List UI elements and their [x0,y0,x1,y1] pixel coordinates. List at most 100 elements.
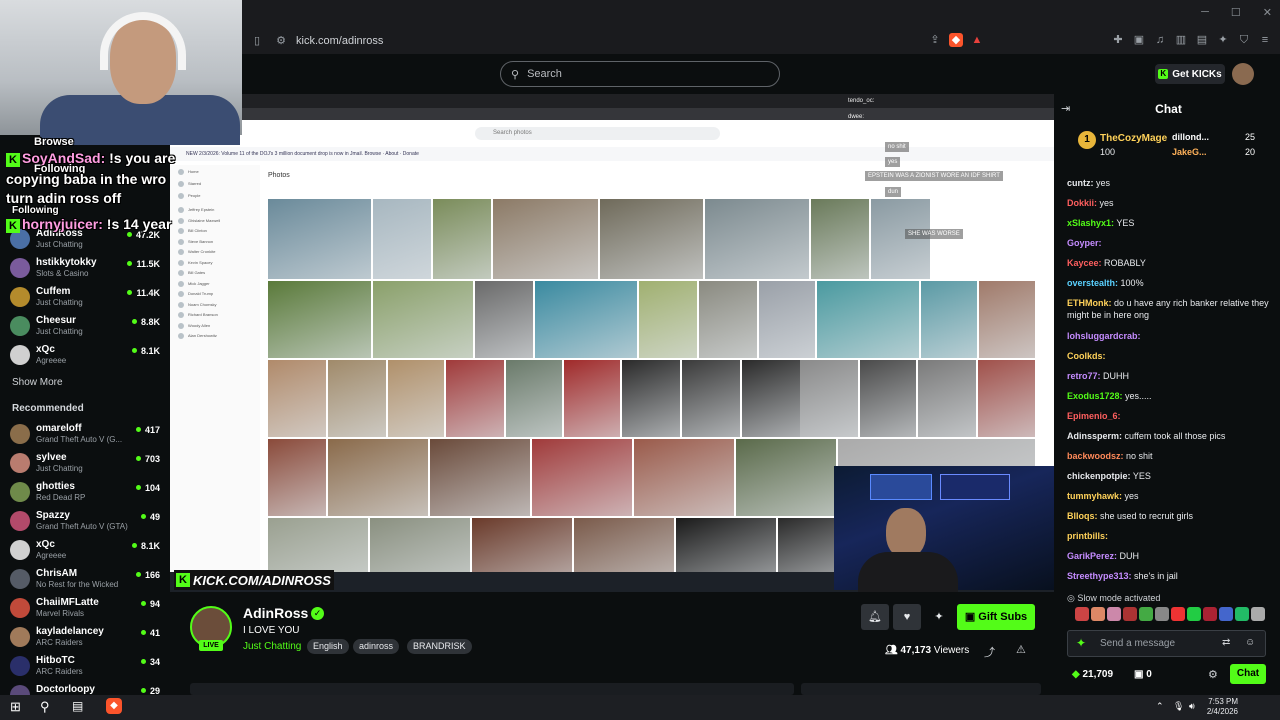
url-text[interactable]: kick.com/adinross [296,35,383,47]
sidebar-channel[interactable]: kayladelancey ARC Raiders 41 [0,623,170,651]
emote-icon[interactable] [1075,607,1089,621]
follow-heart-icon[interactable]: ♥ [893,604,921,630]
chat-username[interactable]: Coolkds: [1067,351,1106,361]
chat-username[interactable]: chickenpotpie: [1067,471,1131,481]
emoji-icon[interactable]: ☺ [1245,637,1255,648]
channel-name[interactable]: AdinRoss [243,605,308,621]
chat-username[interactable]: Dokkii: [1067,198,1097,208]
show-more-link[interactable]: Show More [0,377,63,388]
search-input[interactable]: ⚲ Search [500,61,780,87]
bookmark-icon[interactable]: ▯ [250,34,264,48]
emote-icon[interactable] [1171,607,1185,621]
chat-username[interactable]: Epimenio_6: [1067,411,1121,421]
chat-username[interactable]: Kaycee: [1067,258,1102,268]
vpn-icon[interactable]: ⛉ [1237,33,1251,47]
chat-username[interactable]: GarikPerez: [1067,551,1117,561]
sidebar-channel[interactable]: Cheesur Just Chatting 8.8K [0,312,170,340]
notification-bell-icon[interactable]: 🔔︎ [861,604,889,630]
leader-user[interactable]: TheCozyMage [1100,133,1167,144]
brave-shield-icon[interactable]: ◆ [949,33,963,47]
report-icon[interactable]: ⚠ [1016,643,1026,656]
chat-username[interactable]: Exodus1728: [1067,391,1123,401]
chat-username[interactable]: Streethype313: [1067,571,1132,581]
emote-icon[interactable] [1203,607,1217,621]
emote-icon[interactable] [1091,607,1105,621]
channel-name: Spazzy [36,510,70,521]
emote-icon[interactable] [1251,607,1265,621]
stream-category[interactable]: Just Chatting [243,641,301,652]
taskbar-clock[interactable]: 7:53 PM 2/4/2026 [1207,697,1238,717]
sidebar-channel[interactable]: Doctorloopy 29 [0,681,170,695]
chat-text: YES [1116,218,1135,228]
emote-picker-icon[interactable]: ✦ [1076,636,1086,650]
user-avatar[interactable] [1232,63,1254,85]
sidebar-channel[interactable]: HitboTC ARC Raiders 34 [0,652,170,680]
sidebar-channel[interactable]: sylvee Just Chatting 703 [0,449,170,477]
tray-chevron-icon[interactable]: ⌃ [1156,701,1164,712]
chat-username[interactable]: printbills: [1067,531,1108,541]
chat-settings-icon[interactable]: ⚙ [1208,668,1218,681]
emote-icon[interactable] [1123,607,1137,621]
microphone-icon[interactable]: 🎙︎ [1173,701,1184,712]
sidebar-channel[interactable]: hstikkytokky Slots & Casino 11.5K [0,254,170,282]
viewer-count: 49 [141,512,160,522]
send-chat-button[interactable]: Chat [1230,664,1266,684]
emote-icon[interactable] [1187,607,1201,621]
sidebar-channel[interactable]: xQc Agreeee 8.1K [0,341,170,369]
music-icon[interactable]: ♫ [1153,33,1167,47]
emote-icon[interactable] [1139,607,1153,621]
task-view-icon[interactable]: ▤ [72,699,83,713]
gift-balance[interactable]: ▣ 0 [1134,669,1152,680]
menu-icon[interactable]: ≡ [1258,33,1272,47]
sidebar-channel[interactable]: Spazzy Grand Theft Auto V (GTA) 49 [0,507,170,535]
chat-username[interactable]: Adinssperm: [1067,431,1122,441]
sparkle-icon[interactable]: ✦ [925,604,953,630]
chat-username[interactable]: ETHMonk: [1067,298,1112,308]
screenshot-icon[interactable]: ▣ [1132,33,1146,47]
chat-username[interactable]: xSlashyx1: [1067,218,1114,228]
volume-icon[interactable]: 🔊︎ [1189,701,1195,712]
chat-username[interactable]: backwoodsz: [1067,451,1124,461]
maximize-icon[interactable]: ☐ [1231,6,1241,19]
rewards-icon[interactable]: ▲ [970,33,984,47]
sidebar-channel[interactable]: xQc Agreeee 8.1K [0,536,170,564]
share-icon[interactable]: ⇪ [928,33,942,47]
sidebar-icon[interactable]: ▥ [1174,33,1188,47]
channel-avatar [10,258,30,278]
leo-icon[interactable]: ✦ [1216,33,1230,47]
taskbar-search-icon[interactable]: ⚲ [40,699,50,715]
wallet-icon[interactable]: ▤ [1195,33,1209,47]
emote-icon[interactable] [1155,607,1169,621]
chat-username[interactable]: retro77: [1067,371,1101,381]
tag-brandrisk[interactable]: BRANDRISK [407,639,472,654]
gift-subs-button[interactable]: ▣ Gift Subs [957,604,1035,630]
sidebar-channel[interactable]: ghotties Red Dead RP 104 [0,478,170,506]
minimize-icon[interactable]: ─ [1201,6,1209,19]
share-icon[interactable]: ⤴ [984,644,995,660]
site-info-icon[interactable]: ⚙ [274,34,288,48]
chat-username[interactable]: Blloqs: [1067,511,1098,521]
sidebar-channel[interactable]: omareloff Grand Theft Auto V (G... 417 [0,420,170,448]
chat-username[interactable]: tummyhawk: [1067,491,1122,501]
chat-input[interactable]: Send a message [1067,630,1266,657]
sidebar-browse[interactable]: Browse [34,136,74,148]
close-icon[interactable]: ✕ [1263,6,1272,19]
get-kicks-button[interactable]: K Get KICKs [1155,64,1225,84]
sidebar-channel[interactable]: Cuffem Just Chatting 11.4K [0,283,170,311]
leader-2: dillond... [1172,132,1209,142]
translate-icon[interactable]: ⇄ [1222,637,1230,648]
sidebar-channel[interactable]: ChrisAM No Rest for the Wicked 166 [0,565,170,593]
emote-icon[interactable] [1235,607,1249,621]
windows-start-icon[interactable]: ⊞ [10,699,21,715]
tag-english[interactable]: English [307,639,349,654]
tag-adinross[interactable]: adinross [353,639,400,654]
emote-icon[interactable] [1107,607,1121,621]
chat-username[interactable]: cuntz: [1067,178,1094,188]
chat-username[interactable]: Goyper: [1067,238,1102,248]
emote-icon[interactable] [1219,607,1233,621]
extensions-icon[interactable]: ✚ [1111,33,1125,47]
brave-browser-icon[interactable]: ◆ [106,698,122,714]
chat-username[interactable]: overstealth: [1067,278,1118,288]
sidebar-channel[interactable]: ChaiiMFLatte Marvel Rivals 94 [0,594,170,622]
chat-username[interactable]: lohsluggardcrab: [1067,331,1141,341]
